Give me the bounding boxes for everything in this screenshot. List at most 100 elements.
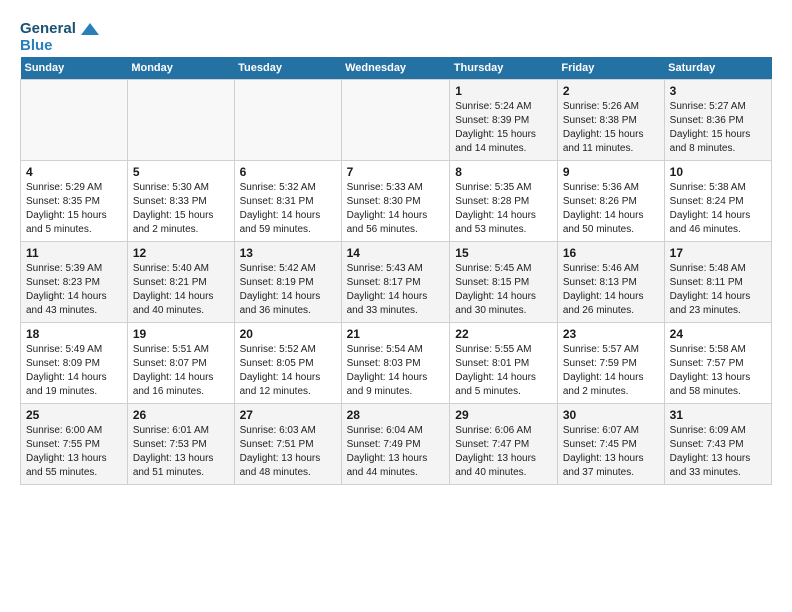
day-info: Sunrise: 5:39 AM Sunset: 8:23 PM Dayligh… (26, 262, 122, 318)
day-number: 18 (26, 327, 122, 341)
day-number: 31 (670, 408, 766, 422)
week-row-1: 1Sunrise: 5:24 AM Sunset: 8:39 PM Daylig… (21, 79, 772, 160)
day-number: 5 (133, 165, 229, 179)
calendar-cell: 2 Sunrise: 5:26 AM Sunset: 8:38 PM Daylig… (557, 79, 664, 160)
day-number: 7 (347, 165, 445, 179)
day-number: 16 (563, 246, 659, 260)
calendar-cell: 18 Sunrise: 5:49 AM Sunset: 8:09 PM Dayli… (21, 322, 128, 403)
day-number: 30 (563, 408, 659, 422)
weekday-header-thursday: Thursday (450, 57, 558, 80)
day-number: 14 (347, 246, 445, 260)
day-number: 28 (347, 408, 445, 422)
calendar-cell: 8Sunrise: 5:35 AM Sunset: 8:28 PM Daylig… (450, 160, 558, 241)
calendar-cell: 30 Sunrise: 6:07 AM Sunset: 7:45 PM Dayli… (557, 403, 664, 484)
day-info: Sunrise: 5:26 AM Sunset: 8:38 PM Dayligh… (563, 100, 659, 156)
day-info: Sunrise: 5:38 AM Sunset: 8:24 PM Dayligh… (670, 181, 766, 237)
day-info: Sunrise: 6:06 AM Sunset: 7:47 PM Dayligh… (455, 424, 552, 480)
day-info: Sunrise: 5:24 AM Sunset: 8:39 PM Dayligh… (455, 100, 552, 156)
calendar-cell (127, 79, 234, 160)
day-info: Sunrise: 6:01 AM Sunset: 7:53 PM Dayligh… (133, 424, 229, 480)
day-info: Sunrise: 6:09 AM Sunset: 7:43 PM Dayligh… (670, 424, 766, 480)
day-info: Sunrise: 5:32 AM Sunset: 8:31 PM Dayligh… (240, 181, 336, 237)
calendar-cell: 15 Sunrise: 5:45 AM Sunset: 8:15 PM Dayli… (450, 241, 558, 322)
calendar-cell: 19Sunrise: 5:51 AM Sunset: 8:07 PM Dayli… (127, 322, 234, 403)
weekday-header-tuesday: Tuesday (234, 57, 341, 80)
day-info: Sunrise: 5:43 AM Sunset: 8:17 PM Dayligh… (347, 262, 445, 318)
calendar-cell: 9 Sunrise: 5:36 AM Sunset: 8:26 PM Daylig… (557, 160, 664, 241)
calendar-table: SundayMondayTuesdayWednesdayThursdayFrid… (20, 57, 772, 485)
week-row-5: 25 Sunrise: 6:00 AM Sunset: 7:55 PM Dayli… (21, 403, 772, 484)
logo-general: General (20, 20, 76, 37)
calendar-cell: 1Sunrise: 5:24 AM Sunset: 8:39 PM Daylig… (450, 79, 558, 160)
day-number: 3 (670, 84, 766, 98)
week-row-2: 4 Sunrise: 5:29 AM Sunset: 8:35 PM Daylig… (21, 160, 772, 241)
day-info: Sunrise: 5:57 AM Sunset: 7:59 PM Dayligh… (563, 343, 659, 399)
weekday-header-friday: Friday (557, 57, 664, 80)
day-number: 9 (563, 165, 659, 179)
day-info: Sunrise: 5:52 AM Sunset: 8:05 PM Dayligh… (240, 343, 336, 399)
calendar-cell: 7 Sunrise: 5:33 AM Sunset: 8:30 PM Daylig… (341, 160, 450, 241)
calendar-cell: 12 Sunrise: 5:40 AM Sunset: 8:21 PM Dayli… (127, 241, 234, 322)
day-info: Sunrise: 6:00 AM Sunset: 7:55 PM Dayligh… (26, 424, 122, 480)
day-number: 29 (455, 408, 552, 422)
calendar-cell: 4 Sunrise: 5:29 AM Sunset: 8:35 PM Daylig… (21, 160, 128, 241)
day-info: Sunrise: 6:04 AM Sunset: 7:49 PM Dayligh… (347, 424, 445, 480)
day-info: Sunrise: 5:49 AM Sunset: 8:09 PM Dayligh… (26, 343, 122, 399)
logo: General Blue (20, 20, 99, 55)
day-info: Sunrise: 5:33 AM Sunset: 8:30 PM Dayligh… (347, 181, 445, 237)
day-number: 2 (563, 84, 659, 98)
calendar-cell: 25 Sunrise: 6:00 AM Sunset: 7:55 PM Dayli… (21, 403, 128, 484)
calendar-cell (234, 79, 341, 160)
calendar-cell: 13Sunrise: 5:42 AM Sunset: 8:19 PM Dayli… (234, 241, 341, 322)
calendar-cell: 28 Sunrise: 6:04 AM Sunset: 7:49 PM Dayli… (341, 403, 450, 484)
weekday-header-monday: Monday (127, 57, 234, 80)
calendar-cell: 10Sunrise: 5:38 AM Sunset: 8:24 PM Dayli… (664, 160, 771, 241)
day-number: 4 (26, 165, 122, 179)
day-number: 25 (26, 408, 122, 422)
calendar-cell: 16Sunrise: 5:46 AM Sunset: 8:13 PM Dayli… (557, 241, 664, 322)
day-info: Sunrise: 5:58 AM Sunset: 7:57 PM Dayligh… (670, 343, 766, 399)
calendar-cell: 14 Sunrise: 5:43 AM Sunset: 8:17 PM Dayli… (341, 241, 450, 322)
day-info: Sunrise: 5:48 AM Sunset: 8:11 PM Dayligh… (670, 262, 766, 318)
calendar-cell: 31 Sunrise: 6:09 AM Sunset: 7:43 PM Dayli… (664, 403, 771, 484)
calendar-cell: 26 Sunrise: 6:01 AM Sunset: 7:53 PM Dayli… (127, 403, 234, 484)
day-number: 21 (347, 327, 445, 341)
day-info: Sunrise: 5:36 AM Sunset: 8:26 PM Dayligh… (563, 181, 659, 237)
day-number: 23 (563, 327, 659, 341)
day-number: 15 (455, 246, 552, 260)
calendar-cell: 21 Sunrise: 5:54 AM Sunset: 8:03 PM Dayli… (341, 322, 450, 403)
day-info: Sunrise: 6:03 AM Sunset: 7:51 PM Dayligh… (240, 424, 336, 480)
weekday-header-wednesday: Wednesday (341, 57, 450, 80)
calendar-cell: 3Sunrise: 5:27 AM Sunset: 8:36 PM Daylig… (664, 79, 771, 160)
day-info: Sunrise: 6:07 AM Sunset: 7:45 PM Dayligh… (563, 424, 659, 480)
day-info: Sunrise: 5:51 AM Sunset: 8:07 PM Dayligh… (133, 343, 229, 399)
calendar-cell: 6Sunrise: 5:32 AM Sunset: 8:31 PM Daylig… (234, 160, 341, 241)
day-number: 17 (670, 246, 766, 260)
logo-arrow-icon (81, 23, 99, 35)
calendar-cell: 17 Sunrise: 5:48 AM Sunset: 8:11 PM Dayli… (664, 241, 771, 322)
logo-blue: Blue (20, 37, 53, 54)
calendar-cell (21, 79, 128, 160)
day-number: 27 (240, 408, 336, 422)
day-info: Sunrise: 5:40 AM Sunset: 8:21 PM Dayligh… (133, 262, 229, 318)
day-number: 22 (455, 327, 552, 341)
calendar-cell: 22Sunrise: 5:55 AM Sunset: 8:01 PM Dayli… (450, 322, 558, 403)
weekday-header-sunday: Sunday (21, 57, 128, 80)
calendar-cell: 23 Sunrise: 5:57 AM Sunset: 7:59 PM Dayli… (557, 322, 664, 403)
day-number: 24 (670, 327, 766, 341)
day-info: Sunrise: 5:54 AM Sunset: 8:03 PM Dayligh… (347, 343, 445, 399)
week-row-4: 18 Sunrise: 5:49 AM Sunset: 8:09 PM Dayli… (21, 322, 772, 403)
day-info: Sunrise: 5:45 AM Sunset: 8:15 PM Dayligh… (455, 262, 552, 318)
day-number: 26 (133, 408, 229, 422)
day-info: Sunrise: 5:29 AM Sunset: 8:35 PM Dayligh… (26, 181, 122, 237)
calendar-cell: 20Sunrise: 5:52 AM Sunset: 8:05 PM Dayli… (234, 322, 341, 403)
calendar-cell: 29 Sunrise: 6:06 AM Sunset: 7:47 PM Dayli… (450, 403, 558, 484)
weekday-header-saturday: Saturday (664, 57, 771, 80)
day-info: Sunrise: 5:30 AM Sunset: 8:33 PM Dayligh… (133, 181, 229, 237)
day-number: 11 (26, 246, 122, 260)
day-number: 13 (240, 246, 336, 260)
day-number: 12 (133, 246, 229, 260)
day-info: Sunrise: 5:35 AM Sunset: 8:28 PM Dayligh… (455, 181, 552, 237)
week-row-3: 11 Sunrise: 5:39 AM Sunset: 8:23 PM Dayli… (21, 241, 772, 322)
calendar-cell: 24 Sunrise: 5:58 AM Sunset: 7:57 PM Dayli… (664, 322, 771, 403)
